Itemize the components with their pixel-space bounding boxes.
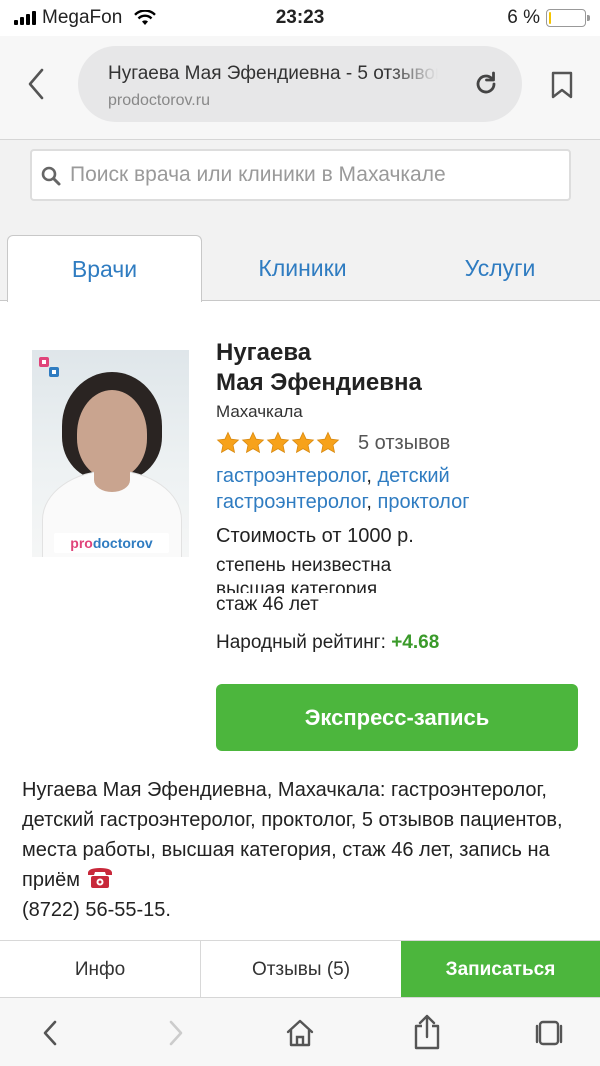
page-title: Нугаева Мая Эфендиевна - 5 отзывов [108, 63, 438, 84]
back-icon[interactable] [22, 64, 52, 104]
photo-watermark: prodoctorov [54, 533, 169, 553]
star-rating [216, 431, 340, 455]
clinic-phone[interactable]: (8722) 56-55-15. [22, 899, 171, 921]
rating-row: 5 отзывов [216, 428, 586, 458]
star-icon [291, 431, 315, 454]
browser-bar: Нугаева Мая Эфендиевна - 5 отзывов prodo… [0, 36, 600, 140]
doctor-name[interactable]: Нугаева Мая Эфендиевна [216, 338, 586, 398]
doctor-details: степень неизвестна высшая категория стаж… [216, 554, 586, 617]
share-icon[interactable] [412, 1014, 442, 1050]
doctor-page-tabs: Инфо Отзывы (5) Записаться [0, 940, 600, 998]
price: Стоимость от 1000 р. [216, 525, 414, 547]
tab-doctors[interactable]: Врачи [7, 235, 202, 302]
reviews-count[interactable]: 5 отзывов [358, 432, 450, 455]
browser-toolbar [0, 997, 600, 1066]
back-nav-icon[interactable] [36, 1018, 66, 1048]
popular-rating: Народный рейтинг: +4.68 [216, 632, 440, 653]
star-icon [266, 431, 290, 454]
search-icon [41, 166, 61, 186]
battery-percent: 6 % [507, 7, 540, 28]
search-area: Врачи Клиники Услуги [0, 140, 600, 302]
star-icon [216, 431, 240, 454]
reload-icon[interactable] [472, 70, 500, 98]
home-icon[interactable] [285, 1018, 315, 1048]
experience: стаж 46 лет [216, 594, 319, 615]
specialty-link[interactable]: гастроэнтеролог [216, 465, 366, 487]
specialty-link[interactable]: проктолог [378, 491, 470, 513]
book-appointment-button[interactable]: Записаться [401, 941, 600, 998]
category-tabs: Врачи Клиники Услуги [0, 235, 600, 302]
category: высшая категория [216, 579, 378, 593]
express-booking-button[interactable]: Экспресс-запись [216, 684, 578, 751]
bookmark-icon[interactable] [549, 70, 575, 100]
tab-info[interactable]: Инфо [0, 941, 201, 998]
tab-services[interactable]: Услуги [400, 235, 600, 301]
doctor-info: Нугаева Мая Эфендиевна Махачкала 5 отзыв… [216, 338, 586, 654]
popular-rating-value: +4.68 [391, 632, 440, 653]
address-bar[interactable]: Нугаева Мая Эфендиевна - 5 отзывов prodo… [78, 46, 522, 122]
star-icon [316, 431, 340, 454]
status-right: 6 % [507, 7, 590, 29]
tab-clinics[interactable]: Клиники [205, 235, 400, 301]
specialties: гастроэнтеролог, детский гастроэнтеролог… [216, 465, 470, 513]
status-bar: MegaFon 23:23 6 % [0, 0, 600, 36]
star-icon [241, 431, 265, 454]
doctor-city: Махачкала [216, 402, 303, 421]
degree: степень неизвестна [216, 555, 392, 576]
page-domain: prodoctorov.ru [108, 92, 210, 109]
search-input[interactable] [70, 151, 565, 199]
page-content: Врачи Клиники Услуги prodoctorov Нугаева… [0, 140, 600, 781]
doctor-summary: Нугаева Мая Эфендиевна, Махачкала: гастр… [22, 775, 582, 925]
search-box[interactable] [30, 149, 571, 201]
tabs-icon[interactable] [534, 1018, 564, 1048]
forward-icon[interactable] [160, 1018, 190, 1048]
tab-reviews[interactable]: Отзывы (5) [201, 941, 401, 998]
prodoctorov-logo-icon [39, 357, 59, 377]
phone-icon [87, 868, 112, 888]
doctor-photo[interactable]: prodoctorov [32, 350, 189, 557]
doctor-card: prodoctorov Нугаева Мая Эфендиевна Махач… [0, 301, 600, 781]
battery-icon [546, 9, 590, 27]
